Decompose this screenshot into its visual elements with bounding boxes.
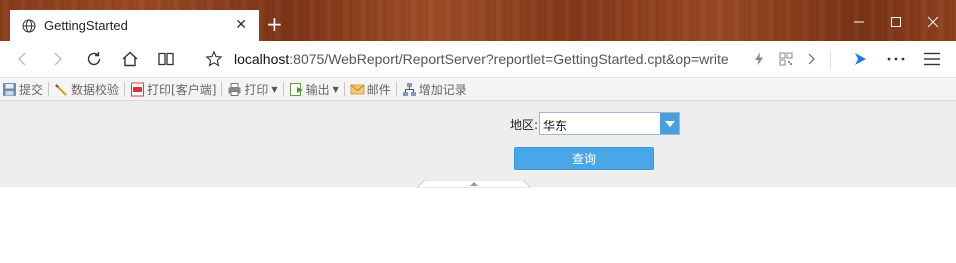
back-icon[interactable]	[12, 49, 32, 69]
maximize-icon[interactable]	[886, 12, 906, 32]
more-icon[interactable]	[886, 49, 906, 69]
dropdown-arrow-icon[interactable]	[660, 113, 679, 134]
flash-icon[interactable]	[749, 49, 769, 69]
toolbar-divider	[124, 82, 126, 96]
data-validate-button[interactable]: 数据校验	[54, 79, 119, 99]
client-print-button[interactable]: 打印[客户端]	[130, 79, 216, 99]
mail-button[interactable]: 邮件	[350, 79, 391, 99]
submit-button[interactable]: 提交	[2, 79, 43, 99]
chevron-down-icon: ▼	[271, 84, 278, 94]
browser-tab[interactable]: GettingStarted ✕	[10, 10, 259, 41]
globe-icon	[22, 19, 36, 32]
data-validate-label: 数据校验	[71, 82, 120, 97]
report-toolbar: 提交 数据校验 打印[客户端] 打印 ▼ 输出 ▼ 邮件 增加记录	[0, 78, 956, 101]
new-tab-icon[interactable]: +	[266, 14, 283, 34]
qr-code-icon[interactable]	[776, 49, 796, 69]
region-select[interactable]: 华东	[539, 112, 680, 135]
mail-icon	[350, 82, 365, 97]
url-host: localhost	[234, 51, 290, 67]
toolbar-divider	[343, 82, 345, 96]
export-label: 输出	[305, 82, 330, 97]
toolbar-divider	[282, 82, 284, 96]
add-record-icon	[402, 82, 417, 97]
url-text[interactable]: localhost:8075/WebReport/ReportServer?re…	[234, 51, 729, 67]
region-value: 华东	[543, 119, 568, 133]
reading-view-icon[interactable]	[156, 49, 176, 69]
mail-label: 邮件	[366, 82, 391, 97]
tab-title: GettingStarted	[44, 18, 128, 33]
pencil-check-icon	[54, 82, 69, 97]
url-path: :8075/WebReport/ReportServer?reportlet=G…	[289, 51, 729, 67]
export-button[interactable]: 输出 ▼	[289, 79, 339, 99]
add-record-label: 增加记录	[418, 82, 467, 97]
address-bar: localhost:8075/WebReport/ReportServer?re…	[0, 41, 956, 78]
add-record-button[interactable]: 增加记录	[402, 79, 467, 99]
export-icon	[289, 82, 304, 97]
submit-label: 提交	[19, 82, 44, 97]
parameter-pane: 地区: 华东 查询	[0, 101, 956, 188]
address-divider	[830, 51, 831, 69]
extension-play-icon[interactable]	[850, 49, 870, 69]
home-icon[interactable]	[120, 49, 140, 69]
print-label: 打印	[244, 82, 269, 97]
toolbar-divider	[221, 82, 223, 96]
minimize-icon[interactable]	[849, 12, 869, 32]
close-tab-icon[interactable]: ✕	[235, 18, 247, 32]
collapse-pane-icon[interactable]	[417, 180, 531, 188]
pdf-print-icon	[130, 82, 145, 97]
print-button[interactable]: 打印 ▼	[227, 79, 278, 99]
favorite-star-icon[interactable]	[204, 49, 224, 69]
query-button[interactable]: 查询	[514, 147, 654, 170]
close-window-icon[interactable]	[923, 12, 943, 32]
region-label: 地区:	[510, 118, 539, 132]
toolbar-divider	[48, 82, 50, 96]
chevron-down-icon: ▼	[332, 84, 339, 94]
menu-icon[interactable]	[922, 49, 942, 69]
save-icon	[2, 82, 17, 97]
client-print-label: 打印[客户端]	[147, 82, 217, 97]
refresh-icon[interactable]	[84, 49, 104, 69]
title-bar: GettingStarted ✕ +	[0, 0, 956, 41]
toolbar-divider	[395, 82, 397, 96]
forward-icon[interactable]	[48, 49, 68, 69]
printer-icon	[227, 82, 242, 97]
chevron-right-icon[interactable]	[801, 49, 821, 69]
